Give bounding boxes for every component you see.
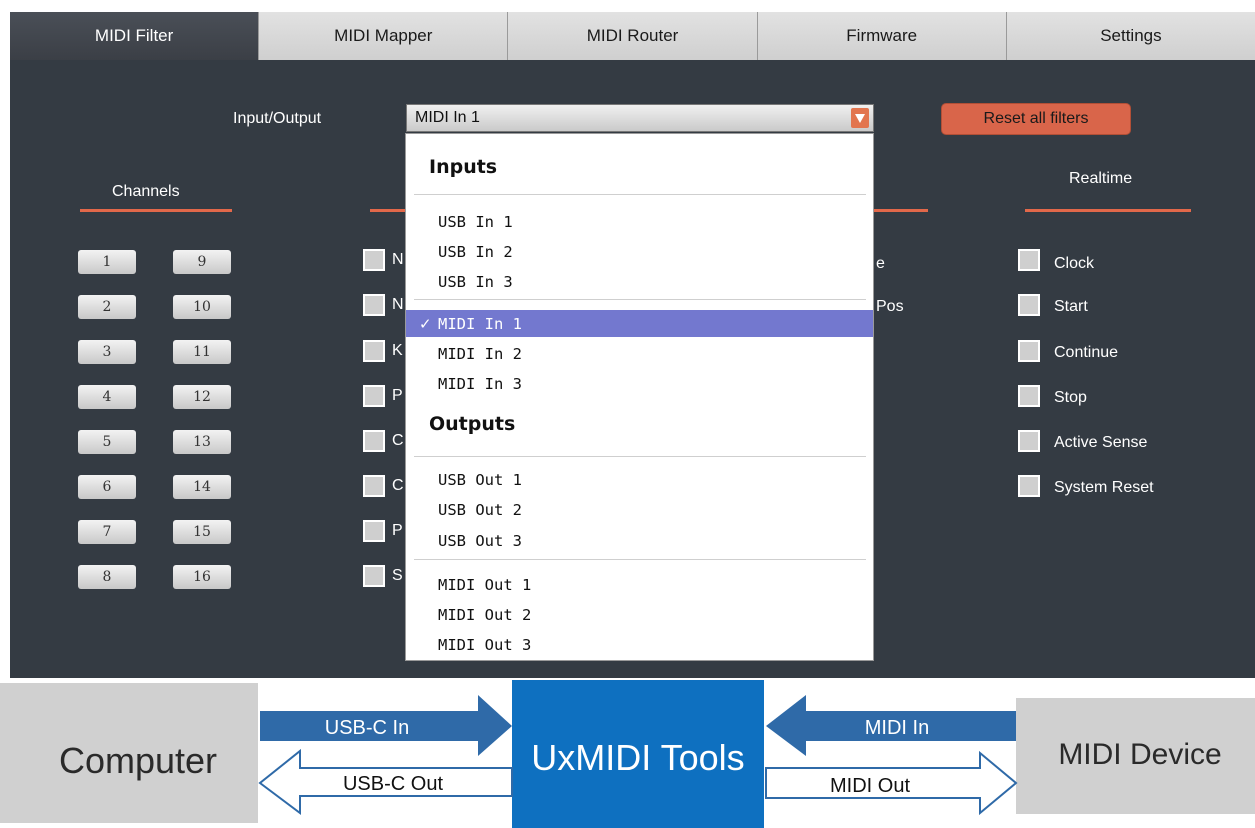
realtime-start-label: Start (1054, 298, 1088, 315)
chevron-down-icon[interactable] (851, 108, 869, 128)
realtime-system-reset-checkbox[interactable] (1018, 475, 1040, 497)
option-midi-out-2[interactable]: MIDI Out 2 (406, 601, 873, 628)
uxmidi-tools-label: UxMIDI Tools (531, 737, 744, 778)
realtime-heading: Realtime (1069, 170, 1133, 187)
message-filter-checkbox[interactable] (363, 249, 385, 271)
option-midi-in-3[interactable]: MIDI In 3 (406, 370, 873, 397)
message-filter-checkbox[interactable] (363, 520, 385, 542)
inputs-heading: Inputs (429, 156, 498, 178)
app-window: MIDI Filter MIDI Mapper MIDI Router Firm… (0, 0, 1255, 828)
message-filter-checkbox[interactable] (363, 385, 385, 407)
message-filter-label: C (392, 477, 404, 494)
message-filter-label: P (392, 522, 403, 539)
channel-button-4[interactable]: 4 (78, 385, 136, 409)
option-usb-out-3[interactable]: USB Out 3 (406, 527, 873, 554)
channel-button-1[interactable]: 1 (78, 250, 136, 274)
message-filter-label: P (392, 387, 403, 404)
option-midi-in-2[interactable]: MIDI In 2 (406, 340, 873, 367)
usb-in-label: USB-C In (325, 717, 409, 739)
midi-device-label: MIDI Device (1058, 738, 1221, 771)
message-filter-label: S (392, 567, 403, 584)
message-filter-label: N (392, 251, 404, 268)
realtime-start-checkbox[interactable] (1018, 294, 1040, 316)
channels-underline (80, 209, 232, 212)
channel-button-6[interactable]: 6 (78, 475, 136, 499)
system-filter-label: Pos (876, 298, 904, 315)
realtime-underline (1025, 209, 1191, 212)
option-usb-out-2[interactable]: USB Out 2 (406, 496, 873, 523)
channel-button-8[interactable]: 8 (78, 565, 136, 589)
dropdown-separator (414, 194, 866, 195)
option-usb-in-3[interactable]: USB In 3 (406, 268, 873, 295)
realtime-stop-checkbox[interactable] (1018, 385, 1040, 407)
message-filter-checkbox[interactable] (363, 340, 385, 362)
computer-label: Computer (59, 740, 217, 781)
system-underline (874, 209, 928, 212)
channel-button-14[interactable]: 14 (173, 475, 231, 499)
outputs-heading: Outputs (429, 413, 516, 435)
realtime-clock-checkbox[interactable] (1018, 249, 1040, 271)
input-output-dropdown-list: Inputs USB In 1 USB In 2 USB In 3 ✓ MIDI… (405, 133, 874, 661)
channel-button-16[interactable]: 16 (173, 565, 231, 589)
channel-button-9[interactable]: 9 (173, 250, 231, 274)
dropdown-separator (414, 456, 866, 457)
dropdown-separator (414, 559, 866, 560)
realtime-clock-label: Clock (1054, 255, 1095, 272)
channel-button-10[interactable]: 10 (173, 295, 231, 319)
channels-heading: Channels (112, 183, 180, 200)
message-filter-checkbox[interactable] (363, 565, 385, 587)
channel-button-13[interactable]: 13 (173, 430, 231, 454)
channel-button-5[interactable]: 5 (78, 430, 136, 454)
tab-bar: MIDI Filter MIDI Mapper MIDI Router Firm… (10, 12, 1255, 60)
option-midi-out-1[interactable]: MIDI Out 1 (406, 571, 873, 598)
channel-button-3[interactable]: 3 (78, 340, 136, 364)
tab-midi-filter[interactable]: MIDI Filter (10, 12, 260, 60)
realtime-active-sense-label: Active Sense (1054, 434, 1148, 451)
message-filter-checkbox[interactable] (363, 475, 385, 497)
message-filter-label: N (392, 296, 404, 313)
tab-settings[interactable]: Settings (1006, 12, 1255, 60)
message-filter-checkbox[interactable] (363, 294, 385, 316)
dropdown-separator (414, 299, 866, 300)
channel-button-11[interactable]: 11 (173, 340, 231, 364)
message-filter-label: C (392, 432, 404, 449)
midi-in-label: MIDI In (865, 717, 929, 739)
message-filter-label: K (392, 342, 403, 359)
midi-out-label: MIDI Out (830, 775, 910, 797)
messages-underline (370, 209, 406, 212)
realtime-active-sense-checkbox[interactable] (1018, 430, 1040, 452)
realtime-continue-label: Continue (1054, 344, 1119, 361)
option-label: MIDI In 1 (438, 314, 522, 333)
tab-firmware[interactable]: Firmware (757, 12, 1007, 60)
channel-button-2[interactable]: 2 (78, 295, 136, 319)
connection-diagram: Computer UxMIDI Tools MIDI Device USB-C … (0, 680, 1255, 828)
tab-midi-router[interactable]: MIDI Router (508, 12, 758, 60)
channel-button-7[interactable]: 7 (78, 520, 136, 544)
option-midi-in-1[interactable]: ✓ MIDI In 1 (406, 310, 873, 337)
select-value: MIDI In 1 (415, 109, 480, 126)
input-output-label: Input/Output (233, 110, 322, 127)
input-output-select[interactable]: MIDI In 1 (406, 104, 874, 132)
realtime-system-reset-label: System Reset (1054, 479, 1154, 496)
option-midi-out-3[interactable]: MIDI Out 3 (406, 631, 873, 658)
message-filter-checkbox[interactable] (363, 430, 385, 452)
usb-out-label: USB-C Out (343, 773, 443, 795)
reset-all-filters-button[interactable]: Reset all filters (941, 103, 1131, 135)
option-usb-out-1[interactable]: USB Out 1 (406, 466, 873, 493)
check-icon: ✓ (419, 314, 432, 333)
option-usb-in-1[interactable]: USB In 1 (406, 208, 873, 235)
system-filter-label: e (876, 255, 885, 272)
channel-button-15[interactable]: 15 (173, 520, 231, 544)
realtime-stop-label: Stop (1054, 389, 1087, 406)
channel-button-12[interactable]: 12 (173, 385, 231, 409)
option-usb-in-2[interactable]: USB In 2 (406, 238, 873, 265)
tab-midi-mapper[interactable]: MIDI Mapper (259, 12, 509, 60)
realtime-continue-checkbox[interactable] (1018, 340, 1040, 362)
